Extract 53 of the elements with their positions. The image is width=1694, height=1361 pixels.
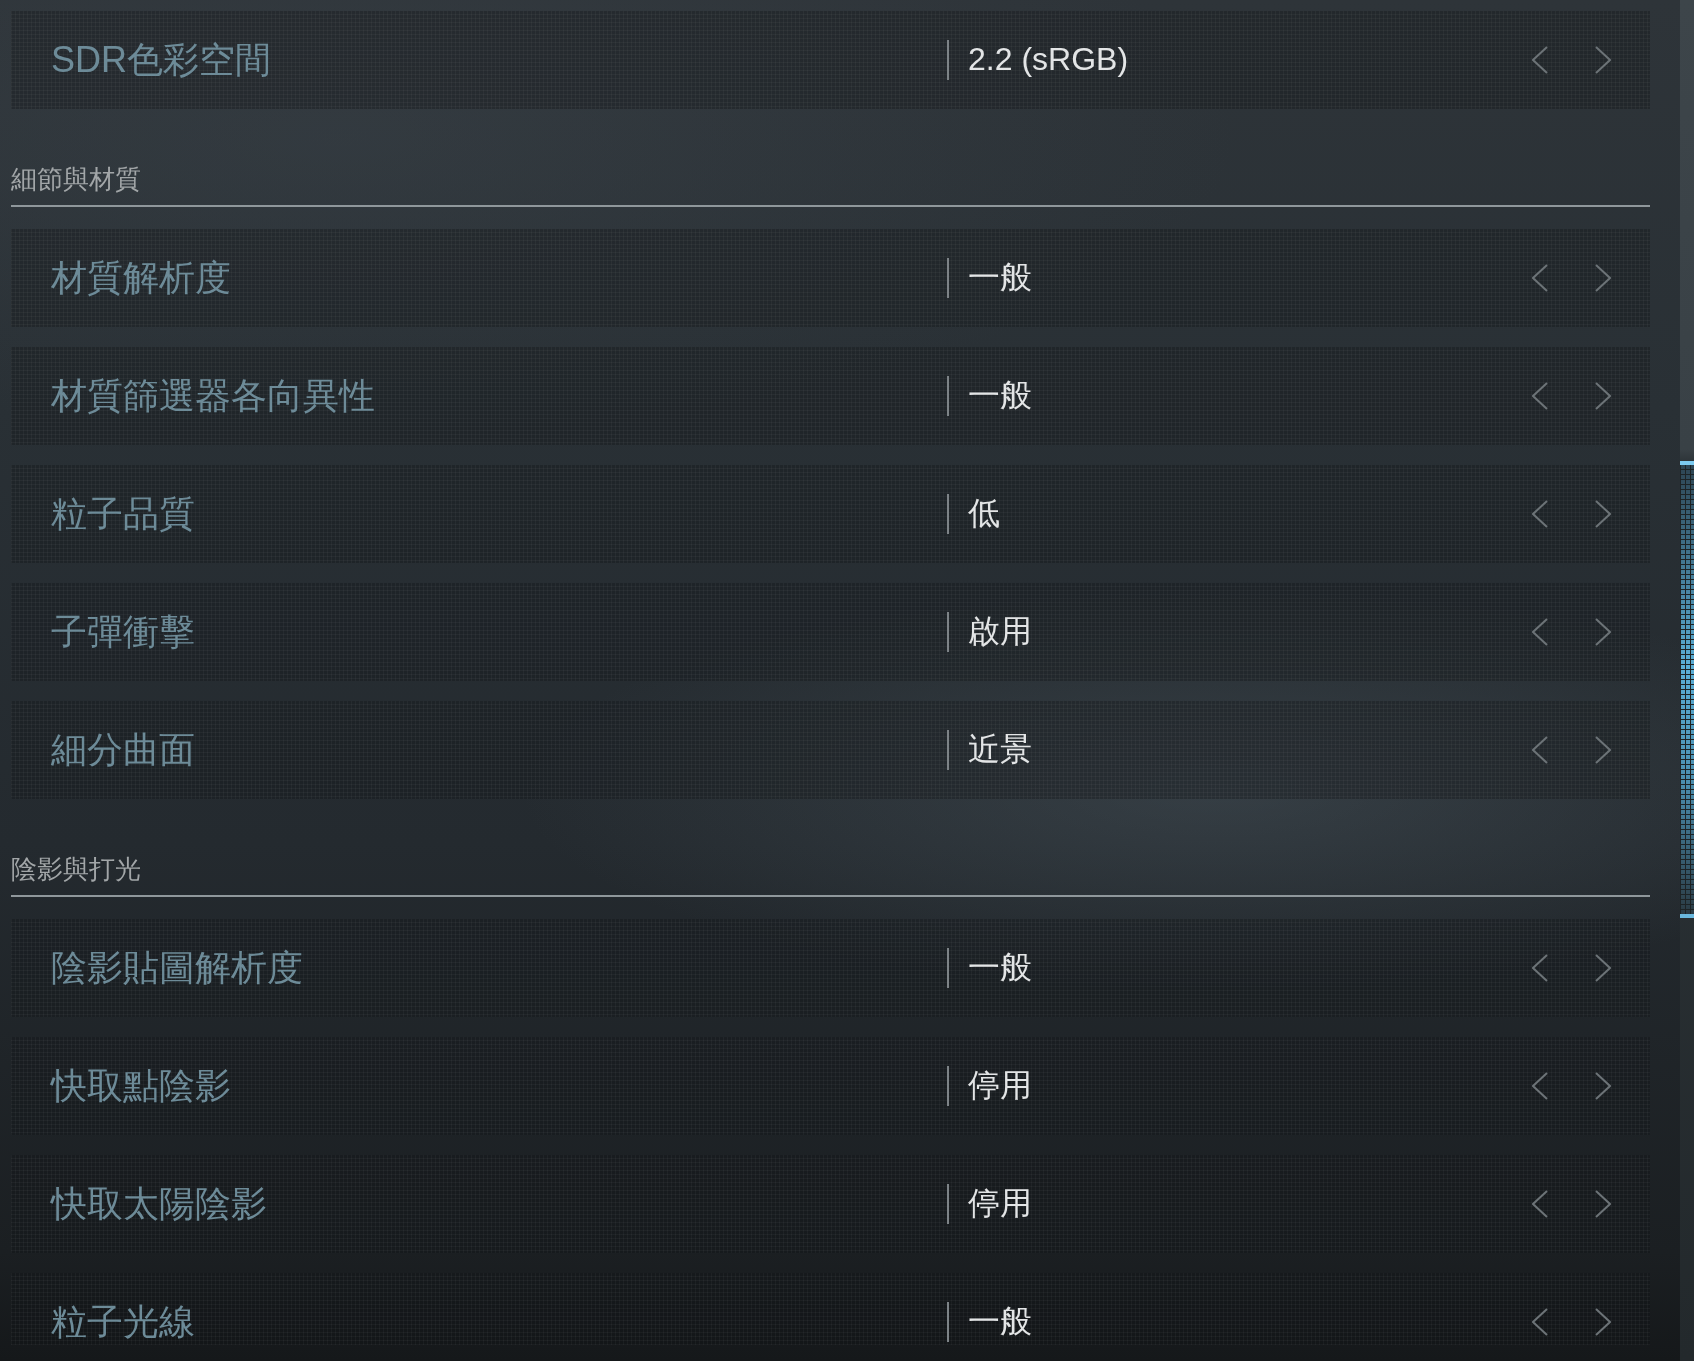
setting-row[interactable]: 粒子光線 一般 bbox=[11, 1273, 1650, 1345]
setting-value: 一般 bbox=[968, 376, 1032, 415]
setting-value: 一般 bbox=[968, 1302, 1032, 1341]
chevron-left-icon[interactable] bbox=[1532, 736, 1548, 764]
chevron-right-icon[interactable] bbox=[1595, 736, 1611, 764]
setting-row[interactable]: 快取太陽陰影 停用 bbox=[11, 1155, 1650, 1253]
chevron-right-icon[interactable] bbox=[1595, 500, 1611, 528]
setting-row[interactable]: 細分曲面 近景 bbox=[11, 701, 1650, 799]
setting-label: SDR色彩空間 bbox=[51, 38, 271, 81]
chevron-right-icon[interactable] bbox=[1595, 1308, 1611, 1336]
chevron-right-icon[interactable] bbox=[1595, 1190, 1611, 1218]
chevron-right-icon[interactable] bbox=[1595, 618, 1611, 646]
chevron-right-icon[interactable] bbox=[1595, 264, 1611, 292]
chevron-left-icon[interactable] bbox=[1532, 500, 1548, 528]
chevron-left-icon[interactable] bbox=[1532, 1072, 1548, 1100]
setting-row[interactable]: 陰影貼圖解析度 一般 bbox=[11, 919, 1650, 1017]
chevron-left-icon[interactable] bbox=[1532, 382, 1548, 410]
setting-row[interactable]: 快取點陰影 停用 bbox=[11, 1037, 1650, 1135]
chevron-right-icon[interactable] bbox=[1595, 954, 1611, 982]
setting-label: 粒子品質 bbox=[51, 492, 195, 535]
setting-label: 快取點陰影 bbox=[51, 1064, 231, 1107]
setting-value: 停用 bbox=[968, 1066, 1032, 1105]
chevron-left-icon[interactable] bbox=[1532, 954, 1548, 982]
setting-row[interactable]: 子彈衝擊 啟用 bbox=[11, 583, 1650, 681]
chevron-right-icon[interactable] bbox=[1595, 46, 1611, 74]
setting-label: 粒子光線 bbox=[51, 1300, 195, 1343]
setting-label: 細分曲面 bbox=[51, 728, 195, 771]
setting-value: 低 bbox=[968, 494, 1000, 533]
setting-label: 材質解析度 bbox=[51, 256, 231, 299]
setting-label: 陰影貼圖解析度 bbox=[51, 946, 303, 989]
setting-row[interactable]: 粒子品質 低 bbox=[11, 465, 1650, 563]
setting-value: 2.2 (sRGB) bbox=[968, 40, 1129, 79]
setting-value: 啟用 bbox=[968, 612, 1032, 651]
setting-value: 近景 bbox=[968, 730, 1032, 769]
setting-value: 一般 bbox=[968, 258, 1032, 297]
chevron-left-icon[interactable] bbox=[1532, 264, 1548, 292]
setting-value: 一般 bbox=[968, 948, 1032, 987]
chevron-right-icon[interactable] bbox=[1595, 1072, 1611, 1100]
setting-label: 快取太陽陰影 bbox=[51, 1182, 267, 1225]
setting-row[interactable]: 材質篩選器各向異性 一般 bbox=[11, 347, 1650, 445]
setting-value: 停用 bbox=[968, 1184, 1032, 1223]
setting-label: 子彈衝擊 bbox=[51, 610, 195, 653]
scrollbar-thumb[interactable] bbox=[1680, 461, 1694, 918]
chevron-right-icon[interactable] bbox=[1595, 382, 1611, 410]
section-title: 陰影與打光 bbox=[11, 855, 141, 883]
chevron-left-icon[interactable] bbox=[1532, 46, 1548, 74]
setting-label: 材質篩選器各向異性 bbox=[51, 374, 375, 417]
setting-row[interactable]: 材質解析度 一般 bbox=[11, 229, 1650, 327]
chevron-left-icon[interactable] bbox=[1532, 1190, 1548, 1218]
section-title: 細節與材質 bbox=[11, 165, 141, 193]
chevron-left-icon[interactable] bbox=[1532, 1308, 1548, 1336]
chevron-left-icon[interactable] bbox=[1532, 618, 1548, 646]
setting-row[interactable]: SDR色彩空間 2.2 (sRGB) bbox=[11, 11, 1650, 109]
